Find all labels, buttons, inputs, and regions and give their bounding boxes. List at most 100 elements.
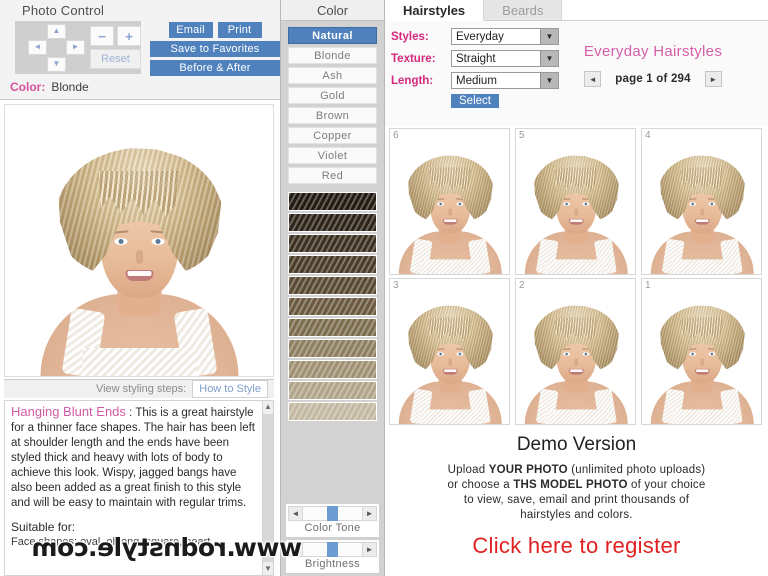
- filter-panel: Styles: Everyday ▼ Texture: Straight ▼ L…: [385, 21, 768, 126]
- thumb-image: [522, 293, 629, 424]
- brightness-knob[interactable]: [327, 542, 339, 557]
- zoom-in-button[interactable]: +: [117, 26, 141, 46]
- main-photo-stage[interactable]: [4, 104, 274, 377]
- scroll-up-icon[interactable]: ▲: [264, 401, 272, 413]
- hairstyle-thumb-4[interactable]: 4: [641, 128, 762, 275]
- color-swatch-6[interactable]: [288, 297, 377, 316]
- color-swatch-2[interactable]: [288, 213, 377, 232]
- color-swatch-7[interactable]: [288, 318, 377, 337]
- email-button[interactable]: Email: [168, 22, 213, 38]
- how-to-style-button[interactable]: How to Style: [192, 380, 268, 398]
- color-item-red[interactable]: Red: [288, 167, 377, 184]
- color-swatch-1[interactable]: [288, 192, 377, 211]
- page-indicator: page 1 of 294: [615, 73, 691, 85]
- demo-line2-c: of your choice: [627, 479, 706, 491]
- styles-value: Everyday: [456, 30, 504, 43]
- color-item-copper[interactable]: Copper: [288, 127, 377, 144]
- thumb-image: [522, 143, 629, 274]
- tab-beards[interactable]: Beards: [484, 0, 563, 20]
- direction-pad: ▲ ▼ ◄ ►: [27, 23, 86, 73]
- register-link[interactable]: Click here to register: [385, 533, 768, 559]
- chevron-down-icon[interactable]: ▼: [540, 29, 558, 44]
- scroll-down-icon[interactable]: ▼: [264, 563, 272, 575]
- move-up-icon[interactable]: ▲: [47, 23, 66, 39]
- color-item-blonde[interactable]: Blonde: [288, 47, 377, 64]
- demo-version-panel: Demo Version Upload YOUR PHOTO (unlimite…: [385, 426, 768, 576]
- move-right-icon[interactable]: ►: [66, 39, 85, 55]
- tab-hairstyles[interactable]: Hairstyles: [385, 0, 485, 21]
- thumb-image: [648, 143, 755, 274]
- category-panel: Everyday Hairstyles ◄ page 1 of 294 ►: [548, 43, 758, 87]
- hairstyle-grid: 6 5 4 3 2 1: [385, 126, 768, 426]
- site-watermark: www.rodnstyle.com: [32, 533, 303, 562]
- hairstyle-thumb-6[interactable]: 6: [389, 128, 510, 275]
- color-tone-right-icon[interactable]: ►: [362, 507, 376, 520]
- category-title: Everyday Hairstyles: [583, 43, 723, 60]
- demo-title: Demo Version: [516, 434, 637, 455]
- texture-value: Straight: [456, 52, 496, 65]
- thumb-image: [648, 293, 755, 424]
- print-button[interactable]: Print: [217, 22, 262, 38]
- color-panel-title: Color: [281, 0, 384, 21]
- thumb-number: 3: [393, 280, 399, 291]
- color-swatch-list: [281, 187, 384, 423]
- move-down-icon[interactable]: ▼: [47, 56, 66, 72]
- demo-line4: hairstyles and colors.: [520, 509, 633, 521]
- description-body: This is a great hairstyle for a thinner …: [11, 407, 255, 509]
- photo-control-panel: Photo Control ▲ ▼ ◄ ► − + Reset Email Pr…: [0, 0, 280, 100]
- color-swatch-8[interactable]: [288, 339, 377, 358]
- hairstyle-app-window: Photo Control ▲ ▼ ◄ ► − + Reset Email Pr…: [0, 0, 768, 576]
- color-tone-left-icon[interactable]: ◄: [289, 507, 303, 520]
- hairstyle-thumb-1[interactable]: 1: [641, 278, 762, 425]
- pager: ◄ page 1 of 294 ►: [548, 71, 758, 87]
- length-select[interactable]: Medium ▼: [451, 72, 559, 89]
- move-left-icon[interactable]: ◄: [28, 39, 47, 55]
- color-tone-slider[interactable]: ◄ ►: [288, 506, 377, 521]
- color-item-ash[interactable]: Ash: [288, 67, 377, 84]
- demo-line2-a: or choose a: [447, 479, 514, 491]
- color-swatch-10[interactable]: [288, 381, 377, 400]
- color-swatch-9[interactable]: [288, 360, 377, 379]
- texture-select[interactable]: Straight ▼: [451, 50, 559, 67]
- description-title: Hanging Blunt Ends: [11, 404, 126, 419]
- brightness-right-icon[interactable]: ►: [362, 543, 376, 556]
- current-color-row: Color: Blonde: [10, 80, 89, 94]
- length-value: Medium: [456, 74, 497, 87]
- demo-description: Upload YOUR PHOTO (unlimited photo uploa…: [385, 463, 768, 523]
- color-swatch-3[interactable]: [288, 234, 377, 253]
- photo-control-title: Photo Control: [22, 3, 105, 18]
- thumb-number: 5: [519, 130, 525, 141]
- thumb-number: 4: [645, 130, 651, 141]
- save-to-favorites-button[interactable]: Save to Favorites: [150, 41, 280, 57]
- thumb-image: [396, 143, 503, 274]
- demo-your-photo: YOUR PHOTO: [488, 464, 568, 476]
- color-swatch-5[interactable]: [288, 276, 377, 295]
- color-item-violet[interactable]: Violet: [288, 147, 377, 164]
- prev-page-button[interactable]: ◄: [584, 71, 602, 87]
- color-swatch-4[interactable]: [288, 255, 377, 274]
- color-swatch-11[interactable]: [288, 402, 377, 421]
- before-after-button[interactable]: Before & After: [150, 60, 280, 76]
- styles-select[interactable]: Everyday ▼: [451, 28, 559, 45]
- zoom-out-button[interactable]: −: [90, 26, 114, 46]
- model-photo: [37, 124, 242, 376]
- color-item-brown[interactable]: Brown: [288, 107, 377, 124]
- select-button[interactable]: Select: [451, 94, 499, 108]
- color-item-gold[interactable]: Gold: [288, 87, 377, 104]
- right-column: Hairstyles Beards Styles: Everyday ▼ Tex…: [385, 0, 768, 576]
- next-page-button[interactable]: ►: [704, 71, 722, 87]
- thumb-number: 1: [645, 280, 651, 291]
- color-family-list: Natural Blonde Ash Gold Brown Copper Vio…: [281, 21, 384, 187]
- styling-steps-bar: View styling steps: How to Style: [4, 379, 274, 398]
- color-item-natural[interactable]: Natural: [288, 27, 377, 44]
- hairstyle-thumb-2[interactable]: 2: [515, 278, 636, 425]
- color-label: Color:: [10, 80, 46, 94]
- view-styling-steps-label: View styling steps:: [95, 383, 187, 395]
- color-tone-knob[interactable]: [327, 506, 339, 521]
- hairstyle-thumb-3[interactable]: 3: [389, 278, 510, 425]
- reset-button[interactable]: Reset: [90, 49, 141, 69]
- grid-row: 6 5 4: [389, 128, 762, 275]
- hairstyle-thumb-5[interactable]: 5: [515, 128, 636, 275]
- thumb-number: 2: [519, 280, 525, 291]
- length-label: Length:: [391, 74, 434, 87]
